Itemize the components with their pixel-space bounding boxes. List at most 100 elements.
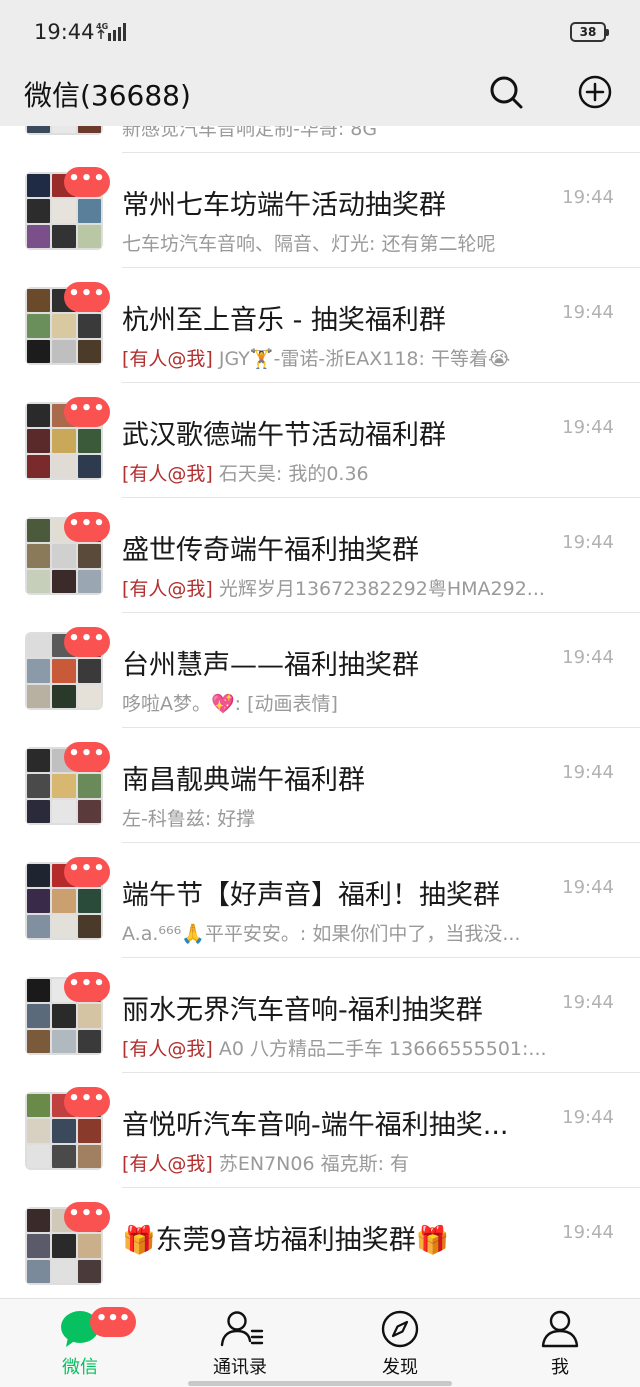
tab-label: 我 <box>551 1357 569 1378</box>
chat-time: 19:44 <box>562 417 614 438</box>
chat-time: 19:44 <box>562 302 614 323</box>
chat-row[interactable]: ••• 常州七车坊端午活动抽奖群 19:44 七车坊汽车音响、隔音、灯光: 还有第二轮… <box>0 153 640 268</box>
avatar-tile <box>77 429 101 453</box>
avatar-tile <box>77 339 101 363</box>
tab-discover[interactable]: 发现 <box>320 1299 480 1387</box>
chat-preview: [有人@我] 光辉岁月13672382292粤HMA292... <box>122 574 562 601</box>
avatar-tile <box>77 314 101 338</box>
avatar-tile <box>27 889 51 913</box>
avatar-tile <box>52 1004 76 1028</box>
avatar-tile <box>77 1029 101 1053</box>
chat-title: 南昌靓典端午福利群 <box>122 765 365 796</box>
avatar-tile <box>77 889 101 913</box>
chat-title: 端午节【好声音】福利！抽奖群 <box>122 880 500 911</box>
compass-icon <box>381 1310 419 1348</box>
chat-title: 🎁东莞9音坊福利抽奖群🎁 <box>122 1225 450 1256</box>
chat-time: 19:44 <box>562 1222 614 1243</box>
signal-icon: 4G <box>96 22 126 41</box>
avatar-tile <box>77 1119 101 1143</box>
tab-chats[interactable]: ••• 微信 <box>0 1299 160 1387</box>
contacts-icon <box>220 1311 264 1347</box>
chat-row[interactable]: ••• 🎁东莞9音坊福利抽奖群🎁 19:44 <box>0 1188 640 1298</box>
avatar-tile <box>27 1094 51 1118</box>
unread-badge: ••• <box>64 627 110 657</box>
avatar-tile <box>27 684 51 708</box>
chat-row[interactable]: ••• 南昌靓典端午福利群 19:44 左-科鲁兹: 好撑 <box>0 728 640 843</box>
avatar-tile <box>27 289 51 313</box>
preview-text: 哆啦A梦。💖: [动画表情] <box>122 693 338 715</box>
avatar-tile <box>27 799 51 823</box>
unread-badge: ••• <box>64 512 110 542</box>
mention-tag: [有人@我] <box>122 348 213 370</box>
chat-time: 19:44 <box>562 1107 614 1128</box>
avatar-tile <box>52 684 76 708</box>
mention-tag: [有人@我] <box>122 463 213 485</box>
chat-row[interactable]: ••• 台州慧声——福利抽奖群 19:44 哆啦A梦。💖: [动画表情] <box>0 613 640 728</box>
avatar-tile <box>27 519 51 543</box>
chat-row[interactable]: ••• 端午节【好声音】福利！抽奖群 19:44 A.a.⁶⁶⁶🙏平平安安。: 如果你… <box>0 843 640 958</box>
chat-preview: 左-科鲁兹: 好撑 <box>122 804 562 831</box>
avatar-tile <box>52 659 76 683</box>
avatar-tile <box>27 1209 51 1233</box>
chat-row[interactable]: ••• 丽水无界汽车音响-福利抽奖群 19:44 [有人@我] A0 八方精品二手车 … <box>0 958 640 1073</box>
avatar-tile <box>27 1029 51 1053</box>
chat-list[interactable]: •••赣州新感觉端午节抽奖活动福...19:44新感觉汽车音响定制-华哥: 8G… <box>0 90 640 1298</box>
chat-title: 音悦听汽车音响-端午福利抽奖... <box>122 1110 509 1141</box>
mention-tag: [有人@我] <box>122 1153 213 1175</box>
avatar-tile <box>52 1119 76 1143</box>
preview-text: 左-科鲁兹: 好撑 <box>122 808 256 830</box>
unread-badge: ••• <box>64 857 110 887</box>
chat-time: 19:44 <box>562 532 614 553</box>
chat-title: 杭州至上音乐 - 抽奖福利群 <box>122 305 446 336</box>
avatar-tile <box>52 339 76 363</box>
avatar-tile <box>52 454 76 478</box>
avatar-tile <box>52 1259 76 1283</box>
preview-text: 石天昊: 我的0.36 <box>218 463 369 485</box>
unread-badge: ••• <box>64 972 110 1002</box>
person-icon <box>541 1310 579 1348</box>
chat-title: 台州慧声——福利抽奖群 <box>122 650 419 681</box>
status-time: 19:44 <box>34 20 95 44</box>
avatar-tile <box>52 569 76 593</box>
mention-tag: [有人@我] <box>122 578 213 600</box>
avatar-tile <box>77 454 101 478</box>
avatar-tile <box>27 979 51 1003</box>
avatar-tile <box>27 544 51 568</box>
unread-badge: ••• <box>64 1202 110 1232</box>
tab-bar: ••• 微信 通讯录 发现 我 <box>0 1298 640 1387</box>
chat-row[interactable]: ••• 杭州至上音乐 - 抽奖福利群 19:44 [有人@我] JGY🏋️-雷诺-浙E… <box>0 268 640 383</box>
avatar-tile <box>27 749 51 773</box>
preview-text: JGY🏋️-雷诺-浙EAX118: 干等着😭 <box>218 348 511 370</box>
avatar-tile <box>52 314 76 338</box>
avatar-tile <box>52 429 76 453</box>
chat-time: 19:44 <box>562 187 614 208</box>
avatar-tile <box>77 544 101 568</box>
avatar-tile <box>27 569 51 593</box>
avatar-tile <box>77 1004 101 1028</box>
chat-title: 武汉歌德端午节活动福利群 <box>122 420 446 451</box>
avatar-tile <box>27 864 51 888</box>
tab-me[interactable]: 我 <box>480 1299 640 1387</box>
avatar-tile <box>52 889 76 913</box>
avatar-tile <box>77 1259 101 1283</box>
search-icon[interactable] <box>486 72 526 112</box>
avatar-tile <box>52 224 76 248</box>
add-icon[interactable] <box>575 72 615 112</box>
chat-row[interactable]: ••• 盛世传奇端午福利抽奖群 19:44 [有人@我] 光辉岁月1367238229… <box>0 498 640 613</box>
avatar-tile <box>52 774 76 798</box>
avatar-tile <box>77 684 101 708</box>
chat-title: 盛世传奇端午福利抽奖群 <box>122 535 419 566</box>
chat-preview: [有人@我] JGY🏋️-雷诺-浙EAX118: 干等着😭 <box>122 344 562 371</box>
avatar-tile <box>52 914 76 938</box>
avatar-tile <box>77 774 101 798</box>
tab-contacts[interactable]: 通讯录 <box>160 1299 320 1387</box>
chat-preview: [有人@我] 石天昊: 我的0.36 <box>122 459 562 486</box>
avatar-tile <box>27 314 51 338</box>
chat-time: 19:44 <box>562 877 614 898</box>
avatar-tile <box>27 429 51 453</box>
avatar-tile <box>27 1259 51 1283</box>
chat-row[interactable]: ••• 音悦听汽车音响-端午福利抽奖... 19:44 [有人@我] 苏EN7N06 … <box>0 1073 640 1188</box>
avatar-tile <box>27 774 51 798</box>
avatar-tile <box>52 544 76 568</box>
chat-row[interactable]: ••• 武汉歌德端午节活动福利群 19:44 [有人@我] 石天昊: 我的0.36 <box>0 383 640 498</box>
